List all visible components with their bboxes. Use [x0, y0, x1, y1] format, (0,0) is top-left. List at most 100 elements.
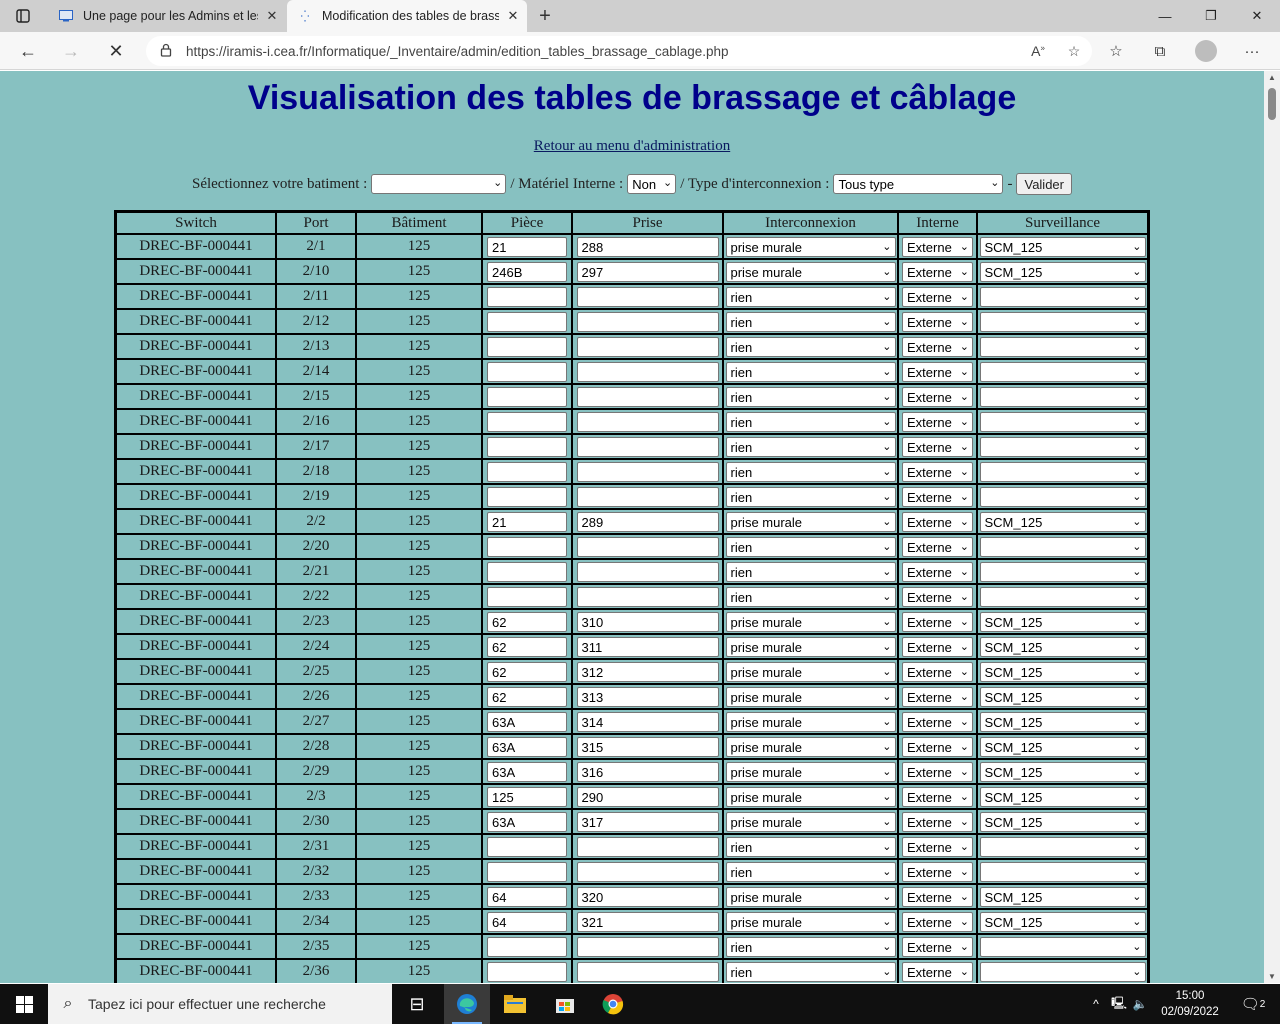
- piece-input[interactable]: 63A: [487, 761, 567, 782]
- interne-select[interactable]: Externe ⌄: [902, 736, 973, 757]
- interconnexion-select[interactable]: rien ⌄: [725, 961, 896, 982]
- interconnexion-select[interactable]: prise murale ⌄: [725, 511, 896, 532]
- surveillance-select[interactable]: SCM_125 ⌄: [979, 261, 1146, 282]
- show-hidden-icons-icon[interactable]: ^: [1086, 984, 1106, 1024]
- chrome-icon[interactable]: [590, 984, 636, 1024]
- interconnexion-select[interactable]: prise murale ⌄: [725, 636, 896, 657]
- prise-input[interactable]: 321: [576, 911, 719, 932]
- interconnexion-select[interactable]: rien ⌄: [725, 461, 896, 482]
- prise-input[interactable]: 313: [576, 686, 719, 707]
- piece-input[interactable]: [487, 461, 567, 482]
- interconnexion-select[interactable]: rien ⌄: [725, 561, 896, 582]
- prise-input[interactable]: [576, 836, 719, 857]
- interconnexion-select[interactable]: rien ⌄: [725, 411, 896, 432]
- piece-input[interactable]: 63A: [487, 711, 567, 732]
- piece-input[interactable]: 125: [487, 786, 567, 807]
- prise-input[interactable]: [576, 411, 719, 432]
- prise-input[interactable]: [576, 386, 719, 407]
- interconnexion-select[interactable]: prise murale ⌄: [725, 611, 896, 632]
- interne-select[interactable]: Externe ⌄: [902, 936, 973, 957]
- interconnexion-select[interactable]: rien ⌄: [725, 536, 896, 557]
- close-tab-icon[interactable]: ✕: [258, 8, 286, 24]
- prise-input[interactable]: 289: [576, 511, 719, 532]
- scrollbar-thumb[interactable]: [1268, 88, 1276, 120]
- surveillance-select[interactable]: SCM_125 ⌄: [979, 661, 1146, 682]
- interconnexion-select[interactable]: rien ⌄: [725, 311, 896, 332]
- close-tab-icon[interactable]: ✕: [499, 8, 527, 24]
- prise-input[interactable]: [576, 936, 719, 957]
- interne-select[interactable]: Externe ⌄: [902, 261, 973, 282]
- prise-input[interactable]: [576, 361, 719, 382]
- collections-icon[interactable]: ⧉: [1146, 37, 1174, 65]
- piece-input[interactable]: 62: [487, 686, 567, 707]
- piece-input[interactable]: [487, 286, 567, 307]
- browser-tab-modification[interactable]: ⁛ Modification des tables de brass ✕: [287, 0, 527, 32]
- network-icon[interactable]: 🖳: [1108, 984, 1130, 1024]
- piece-input[interactable]: 62: [487, 611, 567, 632]
- interne-select[interactable]: Externe ⌄: [902, 461, 973, 482]
- piece-input[interactable]: 21: [487, 511, 567, 532]
- surveillance-select[interactable]: ⌄: [979, 361, 1146, 382]
- piece-input[interactable]: [487, 311, 567, 332]
- forward-arrow-icon[interactable]: →: [57, 37, 85, 65]
- surveillance-select[interactable]: SCM_125 ⌄: [979, 511, 1146, 532]
- interconnexion-select[interactable]: rien ⌄: [725, 286, 896, 307]
- interconnexion-select[interactable]: prise murale ⌄: [725, 786, 896, 807]
- surveillance-select[interactable]: SCM_125 ⌄: [979, 786, 1146, 807]
- surveillance-select[interactable]: SCM_125 ⌄: [979, 711, 1146, 732]
- scroll-down-icon[interactable]: ▼: [1264, 972, 1280, 981]
- piece-input[interactable]: 63A: [487, 736, 567, 757]
- surveillance-select[interactable]: SCM_125 ⌄: [979, 911, 1146, 932]
- address-bar[interactable]: https://iramis-i.cea.fr/Informatique/_In…: [146, 36, 1092, 66]
- scroll-up-icon[interactable]: ▲: [1264, 73, 1280, 82]
- read-aloud-icon[interactable]: A»: [1020, 43, 1056, 59]
- piece-input[interactable]: 62: [487, 636, 567, 657]
- interne-select[interactable]: Externe ⌄: [902, 536, 973, 557]
- piece-input[interactable]: [487, 536, 567, 557]
- favorites-icon[interactable]: ☆: [1102, 37, 1130, 65]
- interne-select[interactable]: Externe ⌄: [902, 411, 973, 432]
- tab-actions-icon[interactable]: [8, 6, 38, 26]
- surveillance-select[interactable]: ⌄: [979, 286, 1146, 307]
- prise-input[interactable]: [576, 586, 719, 607]
- surveillance-select[interactable]: ⌄: [979, 436, 1146, 457]
- interconnexion-select[interactable]: rien ⌄: [725, 486, 896, 507]
- surveillance-select[interactable]: ⌄: [979, 961, 1146, 982]
- surveillance-select[interactable]: ⌄: [979, 836, 1146, 857]
- volume-icon[interactable]: 🔈: [1130, 984, 1150, 1024]
- piece-input[interactable]: [487, 861, 567, 882]
- close-window-icon[interactable]: ✕: [1234, 0, 1280, 32]
- piece-input[interactable]: [487, 961, 567, 982]
- surveillance-select[interactable]: ⌄: [979, 861, 1146, 882]
- browser-tab-admins[interactable]: Une page pour les Admins et les ✕: [48, 0, 286, 32]
- interne-select[interactable]: Non ⌄: [627, 174, 677, 194]
- system-clock[interactable]: 15:00 02/09/2022: [1148, 988, 1232, 1020]
- piece-input[interactable]: [487, 486, 567, 507]
- surveillance-select[interactable]: ⌄: [979, 461, 1146, 482]
- interne-select[interactable]: Externe ⌄: [902, 686, 973, 707]
- surveillance-select[interactable]: ⌄: [979, 386, 1146, 407]
- back-arrow-icon[interactable]: ←: [14, 37, 42, 65]
- new-tab-icon[interactable]: +: [532, 3, 558, 29]
- notifications-icon[interactable]: 🗨 2: [1236, 984, 1270, 1024]
- interne-select[interactable]: Externe ⌄: [902, 486, 973, 507]
- prise-input[interactable]: 297: [576, 261, 719, 282]
- surveillance-select[interactable]: ⌄: [979, 311, 1146, 332]
- piece-input[interactable]: [487, 411, 567, 432]
- interconnexion-select[interactable]: rien ⌄: [725, 586, 896, 607]
- interne-select[interactable]: Externe ⌄: [902, 786, 973, 807]
- interconnexion-select[interactable]: prise murale ⌄: [725, 886, 896, 907]
- piece-input[interactable]: [487, 936, 567, 957]
- interconnexion-select[interactable]: rien ⌄: [725, 936, 896, 957]
- interne-select[interactable]: Externe ⌄: [902, 811, 973, 832]
- prise-input[interactable]: 314: [576, 711, 719, 732]
- surveillance-select[interactable]: ⌄: [979, 561, 1146, 582]
- interconnexion-select[interactable]: prise murale ⌄: [725, 686, 896, 707]
- piece-input[interactable]: 64: [487, 886, 567, 907]
- file-explorer-icon[interactable]: [492, 984, 538, 1024]
- add-favorite-icon[interactable]: ☆: [1056, 43, 1092, 60]
- lock-icon[interactable]: [146, 43, 186, 60]
- prise-input[interactable]: [576, 536, 719, 557]
- interne-select[interactable]: Externe ⌄: [902, 761, 973, 782]
- prise-input[interactable]: 317: [576, 811, 719, 832]
